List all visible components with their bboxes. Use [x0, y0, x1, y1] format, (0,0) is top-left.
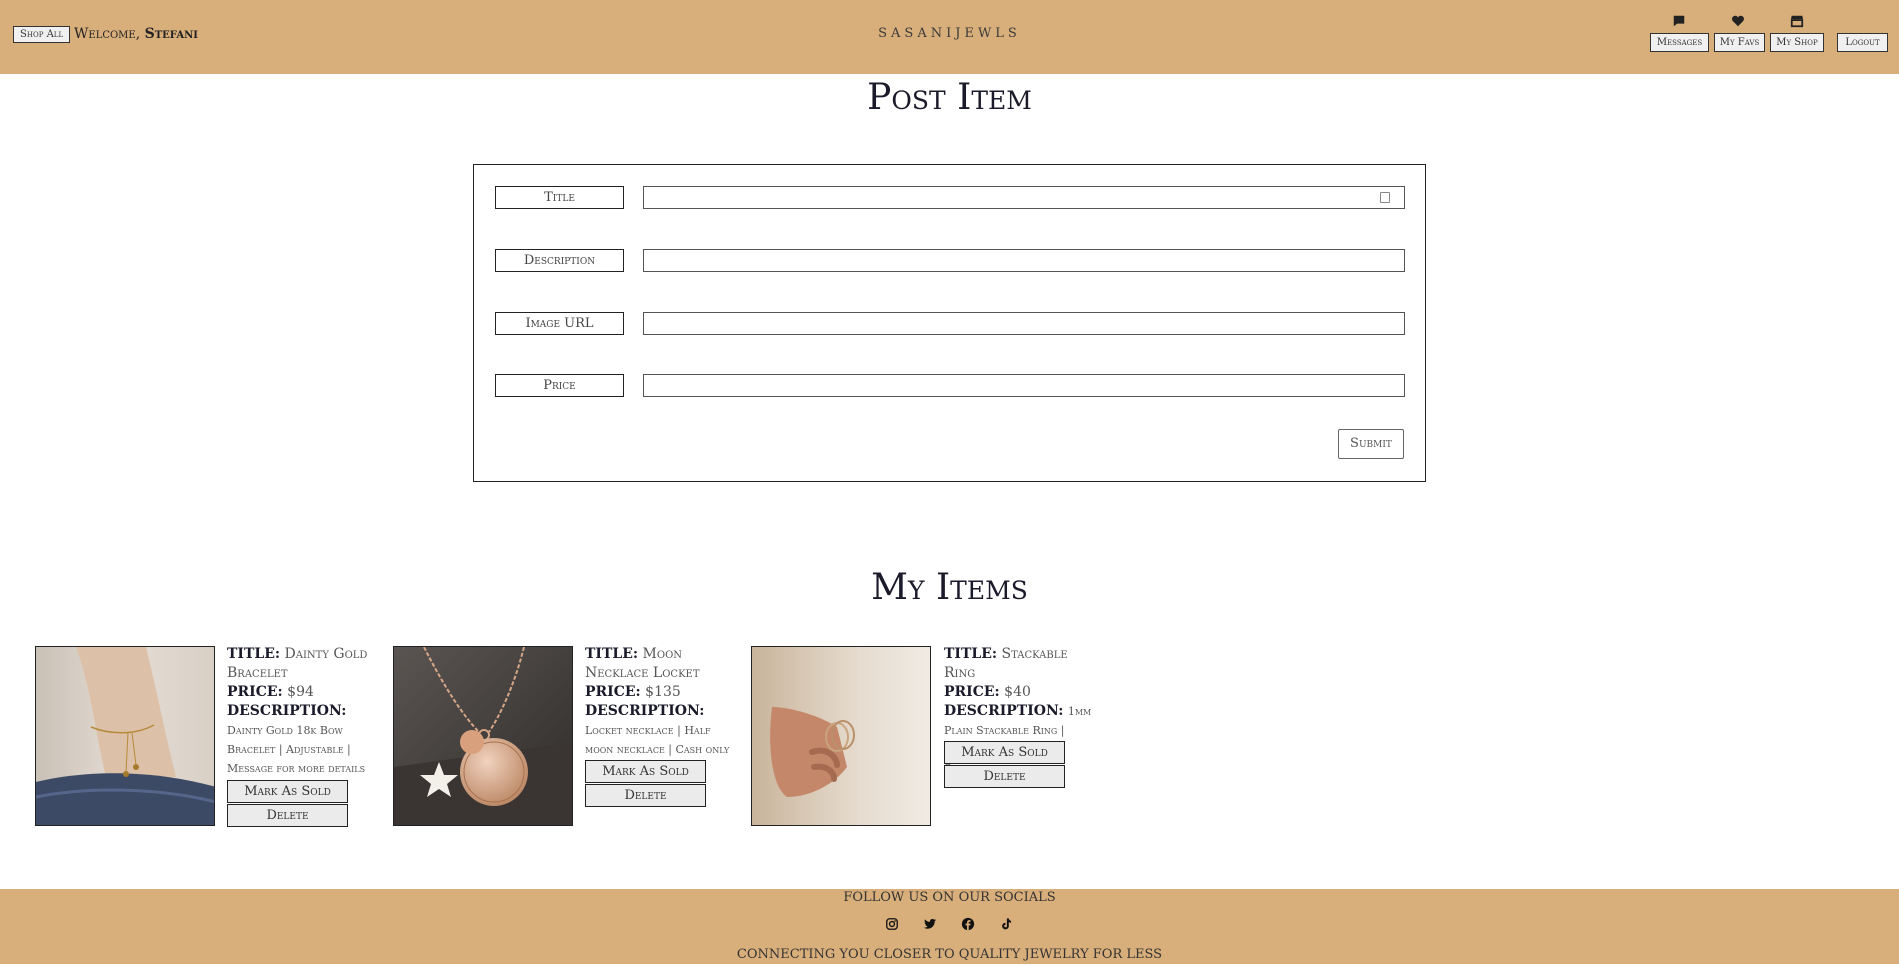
- brand-logo-text[interactable]: SASANIJEWLS: [0, 26, 1899, 41]
- shop-icon[interactable]: [1790, 14, 1804, 28]
- my-favs-button[interactable]: My Favs: [1714, 33, 1765, 52]
- title-label: Title: [495, 186, 624, 209]
- item-price: $94: [287, 684, 314, 700]
- mark-as-sold-button[interactable]: Mark As Sold: [227, 780, 348, 803]
- top-nav-bar: Shop All Welcome, Stefani SASANIJEWLS Me…: [0, 0, 1899, 74]
- footer: FOLLOW US ON OUR SOCIALS CONNECTING YOU …: [0, 889, 1899, 964]
- item-description: Locket necklace | Half moon necklace | C…: [585, 724, 730, 756]
- description-label: Description: [495, 249, 624, 272]
- item-price-key: PRICE:: [944, 684, 1000, 700]
- item-image-bracelet: [35, 646, 215, 826]
- tiktok-icon[interactable]: [999, 917, 1013, 931]
- item-image-ring: [751, 646, 931, 826]
- item-price-key: PRICE:: [585, 684, 641, 700]
- item-title-key: TITLE:: [585, 646, 639, 662]
- mark-as-sold-button[interactable]: Mark As Sold: [944, 741, 1065, 764]
- item-details-bracelet: TITLE: Dainty Gold Bracelet PRICE: $94 D…: [227, 645, 377, 778]
- item-description-key: DESCRIPTION:: [944, 703, 1064, 719]
- image-url-input[interactable]: [643, 312, 1405, 335]
- item-price: $135: [645, 684, 681, 700]
- description-input[interactable]: [643, 249, 1405, 272]
- item-price: $40: [1004, 684, 1031, 700]
- logout-button[interactable]: Logout: [1837, 33, 1888, 52]
- price-label: Price: [495, 374, 624, 397]
- title-input[interactable]: [643, 186, 1405, 209]
- my-shop-button[interactable]: My Shop: [1770, 33, 1824, 52]
- item-description: Dainty Gold 18k Bow Bracelet | Adjustabl…: [227, 724, 366, 775]
- item-image-necklace: [393, 646, 573, 826]
- facebook-icon[interactable]: [961, 917, 975, 931]
- delete-button[interactable]: Delete: [227, 804, 348, 827]
- submit-button[interactable]: Submit: [1338, 429, 1404, 459]
- delete-button[interactable]: Delete: [585, 784, 706, 807]
- item-title-key: TITLE:: [227, 646, 281, 662]
- heart-icon[interactable]: [1731, 14, 1745, 28]
- follow-us-text: FOLLOW US ON OUR SOCIALS: [843, 890, 1056, 905]
- instagram-icon[interactable]: [885, 917, 899, 931]
- item-description-key: DESCRIPTION:: [227, 703, 347, 719]
- item-details-necklace: TITLE: Moon Necklace Locket PRICE: $135 …: [585, 645, 735, 759]
- delete-button[interactable]: Delete: [944, 765, 1065, 788]
- keyboard-icon[interactable]: [1380, 192, 1390, 203]
- messages-button[interactable]: Messages: [1650, 33, 1709, 52]
- messages-icon[interactable]: [1672, 14, 1686, 28]
- item-description-key: DESCRIPTION:: [585, 703, 705, 719]
- post-item-form: Title Description Image URL Price Submit: [473, 164, 1426, 482]
- mark-as-sold-button[interactable]: Mark As Sold: [585, 760, 706, 783]
- item-title-key: TITLE:: [944, 646, 998, 662]
- price-input[interactable]: [643, 374, 1405, 397]
- post-item-heading: Post Item: [867, 77, 1032, 118]
- twitter-icon[interactable]: [923, 917, 937, 931]
- tagline-text: CONNECTING YOU CLOSER TO QUALITY JEWELRY…: [736, 947, 1163, 962]
- image-url-label: Image URL: [495, 312, 624, 335]
- my-items-heading: My Items: [871, 567, 1028, 608]
- item-price-key: PRICE:: [227, 684, 283, 700]
